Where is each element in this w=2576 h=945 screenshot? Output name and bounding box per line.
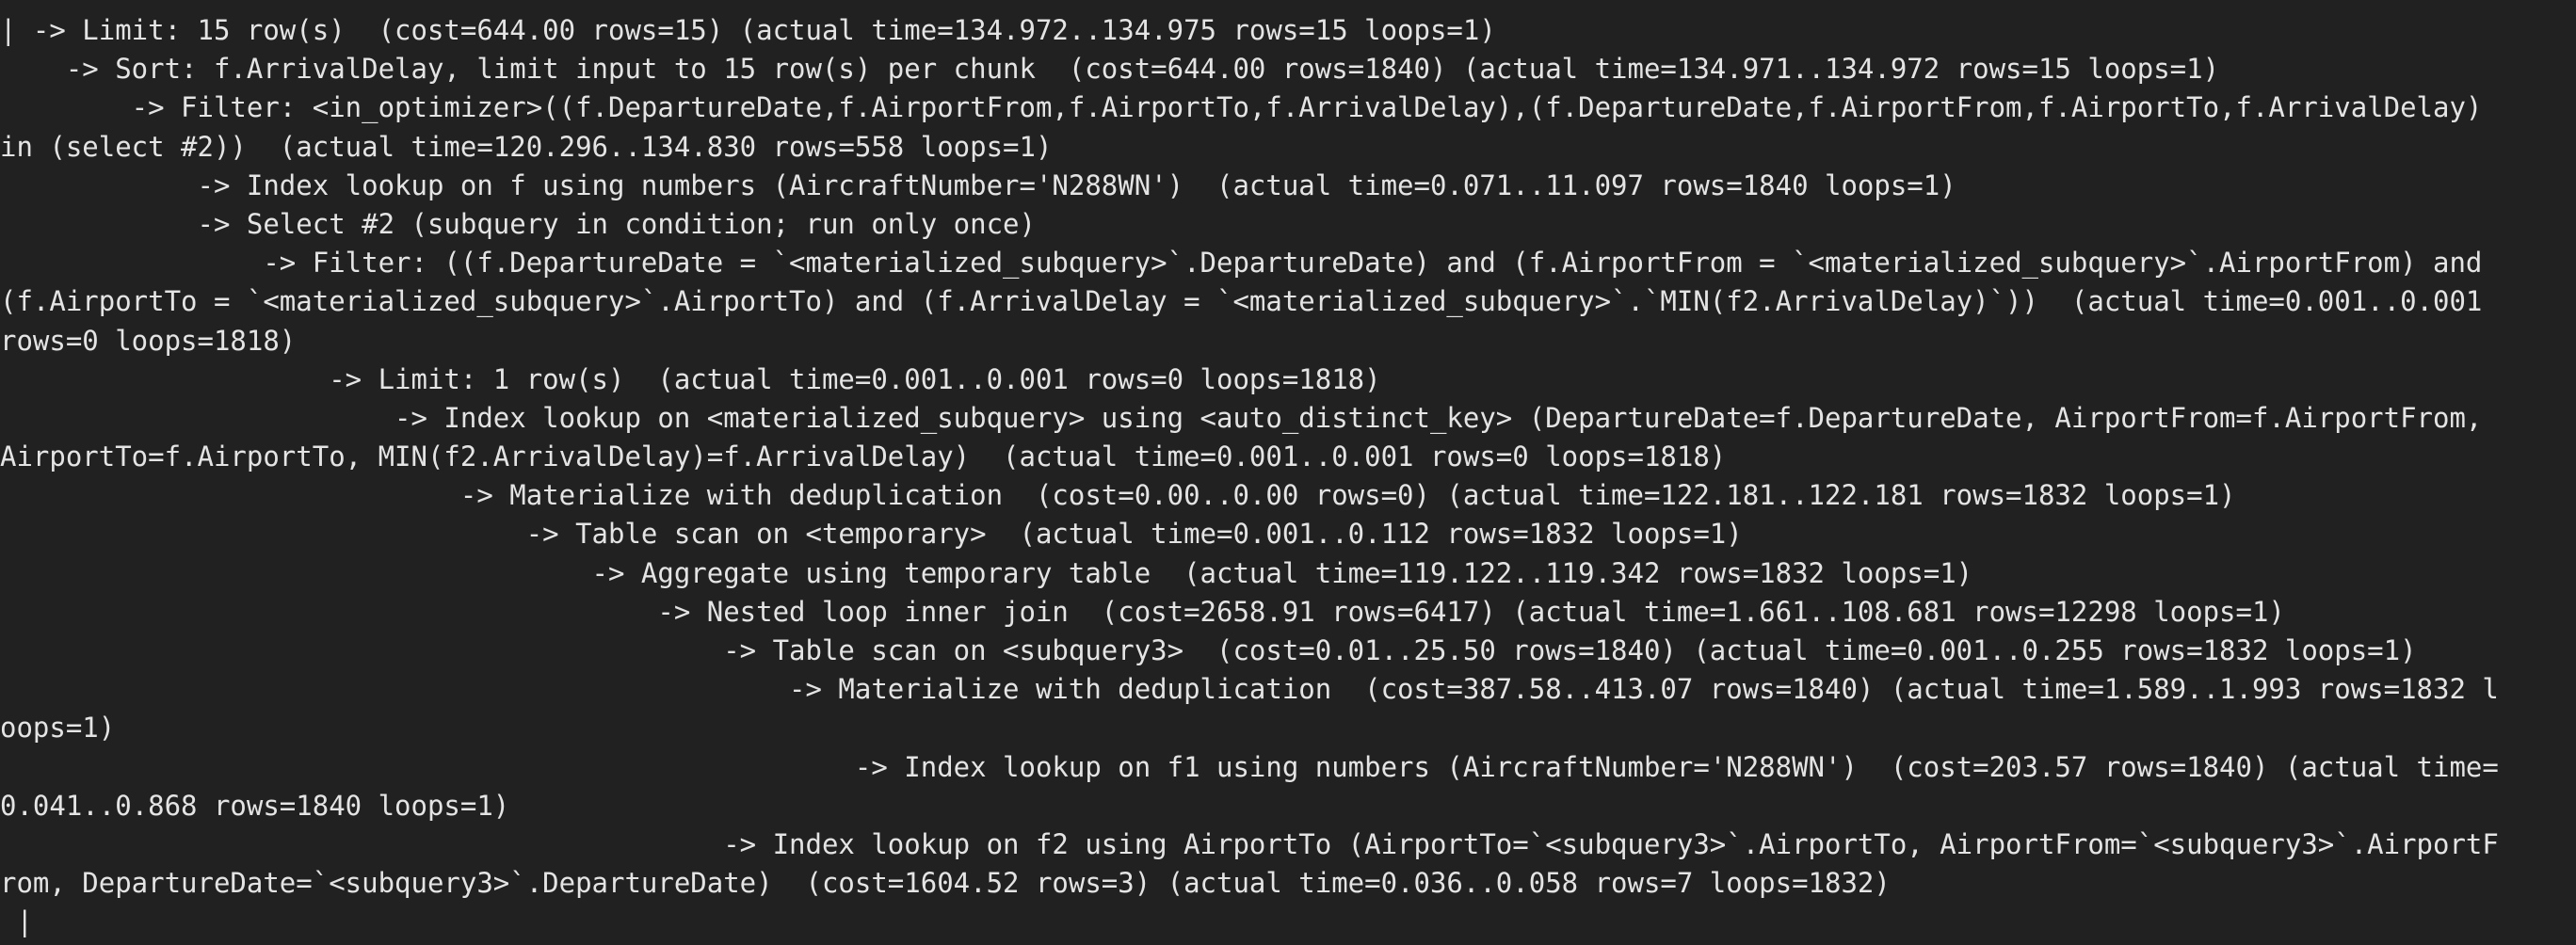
terminal-line: -> Index lookup on <materialized_subquer…: [0, 401, 2483, 434]
terminal-window[interactable]: | -> Limit: 15 row(s) (cost=644.00 rows=…: [0, 0, 2576, 945]
terminal-line: -> Select #2 (subquery in condition; run…: [0, 207, 1036, 240]
terminal-line: -> Sort: f.ArrivalDelay, limit input to …: [0, 53, 2220, 86]
terminal-line: -> Nested loop inner join (cost=2658.91 …: [0, 595, 2285, 628]
terminal-line: AirportTo=f.AirportTo, MIN(f2.ArrivalDel…: [0, 440, 1727, 473]
terminal-line: -> Materialize with deduplication (cost=…: [0, 673, 2499, 706]
terminal-line: | -> Limit: 15 row(s) (cost=644.00 rows=…: [0, 14, 1496, 46]
terminal-line: in (select #2)) (actual time=120.296..13…: [0, 130, 1053, 163]
terminal-line: rows=0 loops=1818): [0, 324, 297, 357]
terminal-line: -> Filter: ((f.DepartureDate = `<materia…: [0, 247, 2483, 280]
terminal-line: -> Limit: 1 row(s) (actual time=0.001..0…: [0, 362, 1381, 395]
terminal-line: -> Materialize with deduplication (cost=…: [0, 479, 2236, 512]
table-border-line: |: [0, 905, 33, 938]
terminal-line: oops=1): [0, 712, 116, 745]
terminal-line: -> Index lookup on f2 using AirportTo (A…: [0, 827, 2499, 860]
terminal-line: -> Table scan on <temporary> (actual tim…: [0, 518, 1743, 551]
terminal-line: -> Aggregate using temporary table (actu…: [0, 556, 1973, 589]
terminal-line: 0.041..0.868 rows=1840 loops=1): [0, 789, 510, 822]
terminal-line: rom, DepartureDate=`<subquery3>`.Departu…: [0, 867, 1891, 900]
terminal-line: -> Index lookup on f using numbers (Airc…: [0, 168, 1956, 201]
terminal-line: -> Filter: <in_optimizer>((f.DepartureDa…: [0, 91, 2483, 124]
terminal-line: (f.AirportTo = `<materialized_subquery>`…: [0, 285, 2483, 318]
terminal-line: -> Index lookup on f1 using numbers (Air…: [0, 750, 2499, 783]
terminal-line: -> Table scan on <subquery3> (cost=0.01.…: [0, 634, 2417, 666]
